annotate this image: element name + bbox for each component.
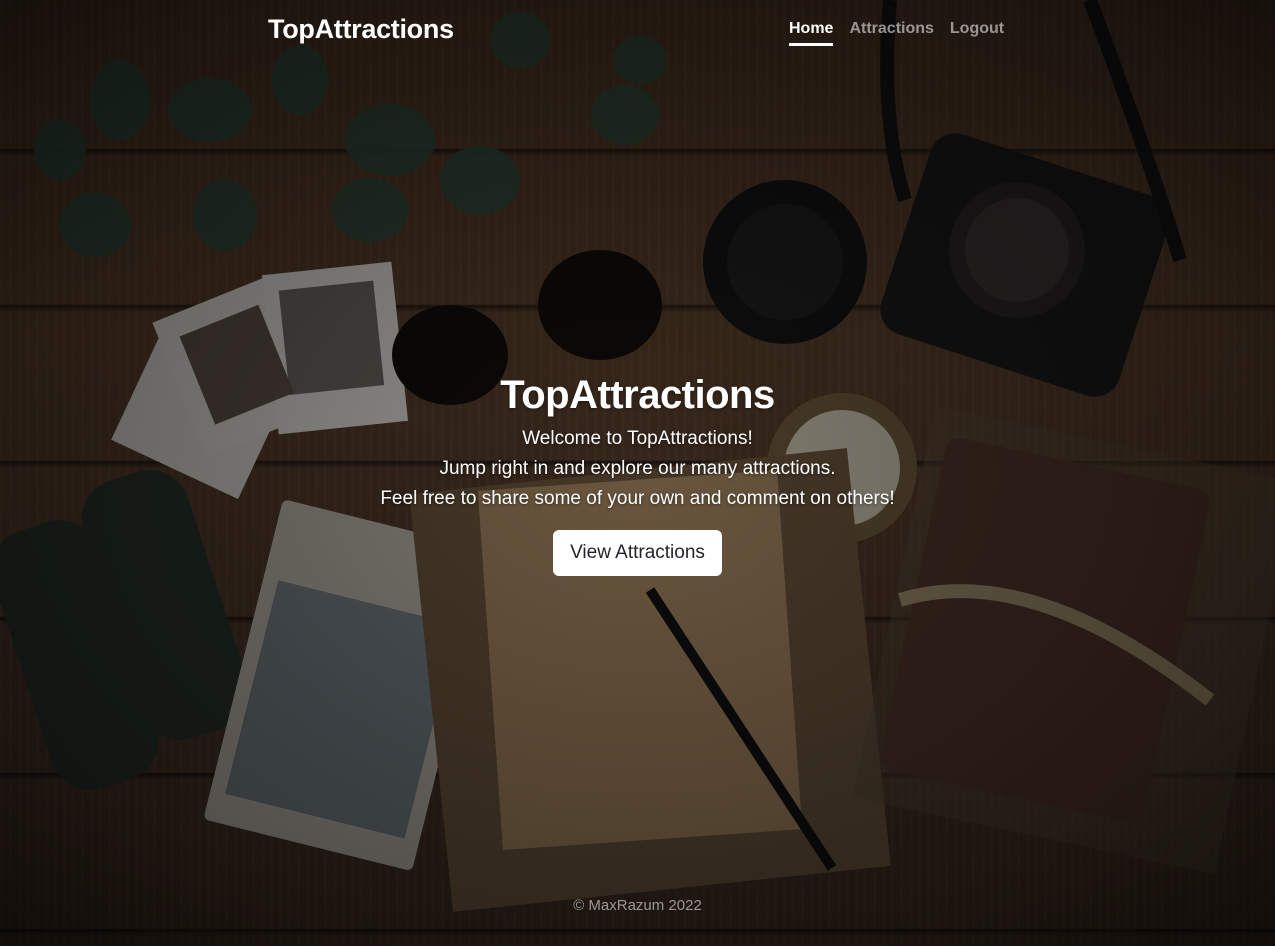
hero-section: TopAttractions Welcome to TopAttractions… bbox=[0, 372, 1275, 576]
nav-logout[interactable]: Logout bbox=[950, 20, 1004, 46]
site-header: TopAttractions Home Attractions Logout bbox=[0, 0, 1275, 66]
hero-title: TopAttractions bbox=[500, 373, 775, 417]
hero-line-explore: Jump right in and explore our many attra… bbox=[439, 458, 836, 479]
hero-line-share: Feel free to share some of your own and … bbox=[380, 488, 895, 509]
hero-lead: Welcome to TopAttractions! Jump right in… bbox=[0, 424, 1275, 514]
view-attractions-button[interactable]: View Attractions bbox=[553, 530, 722, 576]
hero-line-welcome: Welcome to TopAttractions! bbox=[522, 428, 753, 449]
brand-logo[interactable]: TopAttractions bbox=[268, 14, 454, 45]
site-footer: © MaxRazum 2022 bbox=[0, 897, 1275, 914]
nav-attractions[interactable]: Attractions bbox=[849, 20, 933, 46]
nav-home[interactable]: Home bbox=[789, 20, 834, 46]
main-nav: Home Attractions Logout bbox=[789, 20, 1004, 46]
copyright-text: © MaxRazum 2022 bbox=[573, 897, 702, 914]
